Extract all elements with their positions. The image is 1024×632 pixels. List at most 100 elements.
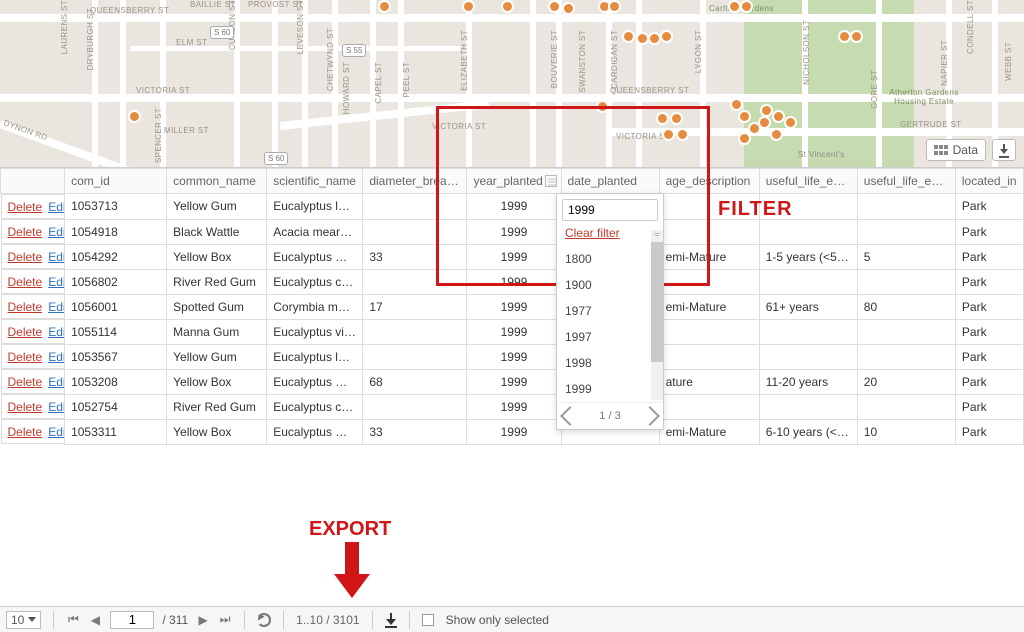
filter-icon[interactable]	[545, 175, 557, 187]
header-scientific-name[interactable]: scientific_name	[267, 169, 363, 194]
filter-option[interactable]: 1800	[557, 246, 663, 272]
shield-s60b: S 60	[264, 152, 288, 165]
filter-scrollbar[interactable]	[651, 230, 663, 400]
edit-link[interactable]: Edit	[48, 225, 64, 239]
header-ule2[interactable]: useful_life_expec	[857, 169, 955, 194]
cell-diameter	[363, 269, 467, 294]
data-point[interactable]	[608, 0, 621, 13]
first-page-button[interactable]: ⏮	[66, 613, 80, 627]
data-point[interactable]	[738, 110, 751, 123]
filter-prev-page[interactable]	[560, 406, 580, 426]
delete-link[interactable]: Delete	[8, 225, 43, 239]
cell-common-name: Manna Gum	[167, 319, 267, 344]
delete-link[interactable]: Delete	[8, 425, 43, 439]
cell-year-planted: 1999	[467, 419, 561, 444]
edit-link[interactable]: Edit	[48, 275, 64, 289]
map-download-button[interactable]	[992, 139, 1016, 161]
table-row[interactable]: DeleteEdit1053713Yellow GumEucalyptus le…	[1, 194, 1024, 220]
table-row[interactable]: DeleteEdit1053311Yellow BoxEucalyptus me…	[1, 419, 1024, 444]
edit-link[interactable]: Edit	[48, 325, 64, 339]
table-row[interactable]: DeleteEdit1053208Yellow BoxEucalyptus me…	[1, 369, 1024, 394]
data-point[interactable]	[548, 0, 561, 13]
data-point[interactable]	[648, 32, 661, 45]
filter-option[interactable]: 1977	[557, 298, 663, 324]
cell-ule2	[857, 194, 955, 220]
data-point[interactable]	[656, 112, 669, 125]
prev-page-button[interactable]: ◀	[88, 613, 102, 627]
next-page-button[interactable]: ▶	[196, 613, 210, 627]
header-year-planted[interactable]: year_planted	[467, 169, 561, 194]
table-row[interactable]: DeleteEdit1056001Spotted GumCorymbia mac…	[1, 294, 1024, 319]
delete-link[interactable]: Delete	[8, 275, 43, 289]
table-row[interactable]: DeleteEdit1054292Yellow BoxEucalyptus me…	[1, 244, 1024, 269]
data-point[interactable]	[596, 100, 609, 113]
cell-located-in: Park	[955, 219, 1023, 244]
data-point[interactable]	[758, 116, 771, 129]
header-common-name[interactable]: common_name	[167, 169, 267, 194]
page-size-value: 10	[11, 613, 24, 627]
cell-ule1	[759, 344, 857, 369]
map-data-button[interactable]: Data	[926, 139, 986, 161]
data-point[interactable]	[738, 132, 751, 145]
header-ule1[interactable]: useful_life_expec	[759, 169, 857, 194]
header-age-desc[interactable]: age_description	[659, 169, 759, 194]
data-point[interactable]	[740, 0, 753, 13]
table-row[interactable]: DeleteEdit1055114Manna GumEucalyptus vim…	[1, 319, 1024, 344]
delete-link[interactable]: Delete	[8, 350, 43, 364]
edit-link[interactable]: Edit	[48, 400, 64, 414]
filter-option[interactable]: 1900	[557, 272, 663, 298]
filter-next-page[interactable]	[640, 406, 660, 426]
edit-link[interactable]: Edit	[48, 250, 64, 264]
edit-link[interactable]: Edit	[48, 300, 64, 314]
data-point[interactable]	[562, 2, 575, 15]
edit-link[interactable]: Edit	[48, 375, 64, 389]
data-point[interactable]	[662, 128, 675, 141]
filter-option[interactable]: 1998	[557, 350, 663, 376]
show-selected-checkbox[interactable]	[422, 614, 434, 626]
delete-link[interactable]: Delete	[8, 200, 43, 214]
delete-link[interactable]: Delete	[8, 400, 43, 414]
header-date-planted[interactable]: date_planted	[561, 169, 659, 194]
data-point[interactable]	[128, 110, 141, 123]
data-point[interactable]	[462, 0, 475, 13]
last-page-button[interactable]: ⏭	[218, 613, 232, 627]
export-button[interactable]	[385, 613, 397, 627]
header-located-in[interactable]: located_in	[955, 169, 1023, 194]
edit-link[interactable]: Edit	[48, 200, 64, 214]
data-point[interactable]	[501, 0, 514, 13]
cell-age-desc: emi-Mature	[659, 294, 759, 319]
table-row[interactable]: DeleteEdit1054918Black WattleAcacia mear…	[1, 219, 1024, 244]
data-point[interactable]	[730, 98, 743, 111]
data-point[interactable]	[670, 112, 683, 125]
data-point[interactable]	[850, 30, 863, 43]
data-point[interactable]	[784, 116, 797, 129]
page-size-select[interactable]: 10	[6, 611, 41, 629]
edit-link[interactable]: Edit	[48, 425, 64, 439]
edit-link[interactable]: Edit	[48, 350, 64, 364]
data-point[interactable]	[676, 128, 689, 141]
filter-option[interactable]: 1997	[557, 324, 663, 350]
table-row[interactable]: DeleteEdit1056802River Red GumEucalyptus…	[1, 269, 1024, 294]
data-point[interactable]	[660, 30, 673, 43]
filter-option[interactable]: 1999	[557, 376, 663, 402]
delete-link[interactable]: Delete	[8, 375, 43, 389]
delete-link[interactable]: Delete	[8, 300, 43, 314]
cell-age-desc	[659, 319, 759, 344]
delete-link[interactable]: Delete	[8, 325, 43, 339]
data-point[interactable]	[770, 128, 783, 141]
cell-year-planted: 1999	[467, 269, 561, 294]
page-number-input[interactable]	[110, 611, 154, 629]
delete-link[interactable]: Delete	[8, 250, 43, 264]
filter-input[interactable]	[562, 199, 658, 221]
refresh-button[interactable]	[257, 613, 271, 627]
header-diameter[interactable]: diameter_breast_	[363, 169, 467, 194]
table-row[interactable]: DeleteEdit1053567Yellow GumEucalyptus le…	[1, 344, 1024, 369]
data-point[interactable]	[378, 0, 391, 13]
clear-filter-link[interactable]: Clear filter	[565, 226, 663, 240]
data-point[interactable]	[622, 30, 635, 43]
header-com-id[interactable]: com_id	[65, 169, 167, 194]
cell-located-in: Park	[955, 344, 1023, 369]
label-dryburgh: DRYBURGH ST	[86, 8, 95, 70]
map[interactable]: VICTORIA ST QUEENSBERRY ST QUEENSBERRY S…	[0, 0, 1024, 168]
table-row[interactable]: DeleteEdit1052754River Red GumEucalyptus…	[1, 394, 1024, 419]
